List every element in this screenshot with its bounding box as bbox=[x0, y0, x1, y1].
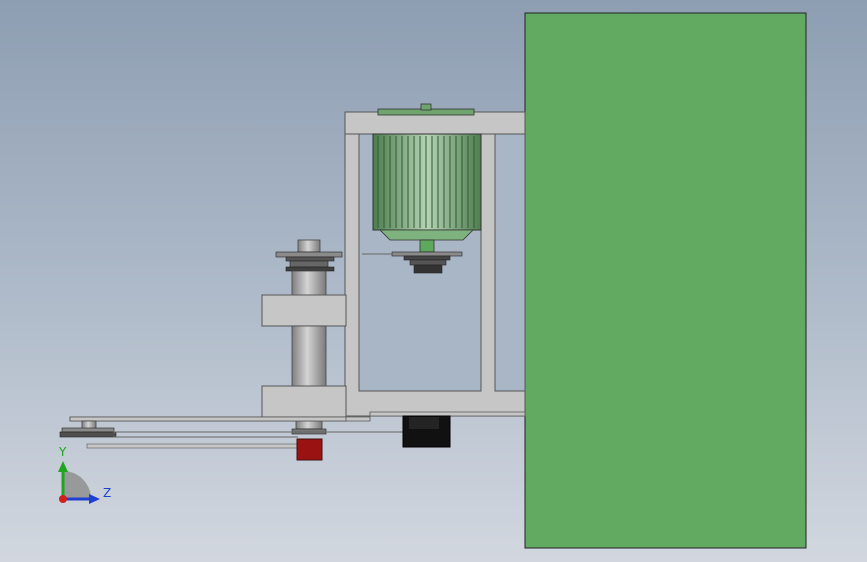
y-axis-label: Y bbox=[58, 445, 67, 459]
cad-viewport[interactable]: Y Z bbox=[0, 0, 867, 562]
green-panel[interactable] bbox=[524, 12, 807, 549]
red-block[interactable] bbox=[296, 438, 323, 461]
coordinate-triad-icon: Y Z bbox=[58, 445, 111, 504]
z-axis-label: Z bbox=[103, 486, 111, 500]
left-spindle[interactable] bbox=[261, 239, 347, 435]
black-block[interactable] bbox=[402, 415, 451, 448]
model-canvas[interactable]: Y Z bbox=[0, 0, 867, 562]
